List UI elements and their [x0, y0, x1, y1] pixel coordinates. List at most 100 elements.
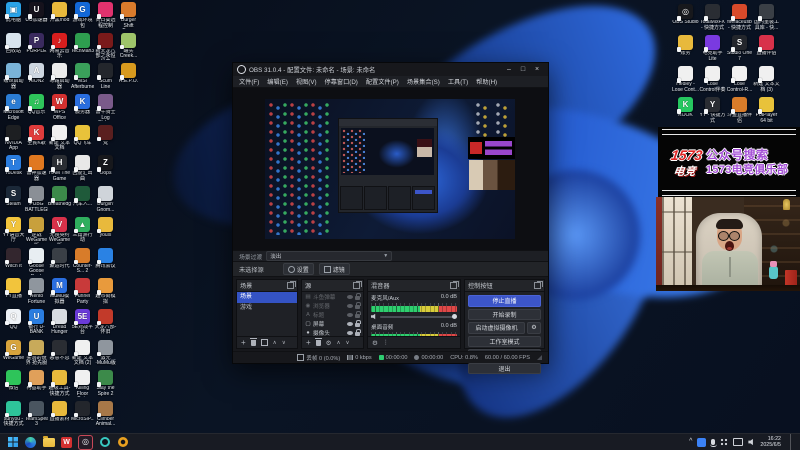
display-icon[interactable]	[733, 438, 744, 446]
obs-titlebar[interactable]: OBS 31.0.4 - 配置文件: 未命名 - 场景: 未命名 – □ ×	[233, 63, 548, 76]
desktop-icon[interactable]: ♫ QQ音乐	[25, 94, 48, 125]
menu-item[interactable]: 文件(F)	[235, 77, 263, 86]
desktop-icon[interactable]: G 游戏环境包	[71, 2, 94, 33]
desktop-icon[interactable]: Hedley - Lose Cont...	[672, 66, 699, 97]
desktop-icon[interactable]: Dread Hunger	[48, 308, 71, 340]
taskbar-screen-recorder[interactable]	[98, 436, 111, 449]
desktop-icon[interactable]: 新建 文本文档 (3)	[753, 66, 780, 97]
desktop-icon[interactable]: Y YY语音大厅	[2, 216, 25, 248]
desktop-icon[interactable]: 逆战 WeGame版	[25, 216, 48, 248]
desktop-icon[interactable]: 绘世启动器	[2, 63, 25, 94]
desktop-icon[interactable]: 激光·MuMu版	[94, 339, 117, 371]
start-virtual-camera-button[interactable]: 启动虚拟摄像机	[468, 322, 525, 334]
speaker-icon[interactable]	[371, 313, 376, 320]
desktop-icon[interactable]: 雷神加速器	[25, 155, 48, 186]
desktop-icon[interactable]: Burglin' Gnom...	[94, 186, 117, 217]
taskbar-file-explorer[interactable]	[42, 435, 55, 449]
tray-app-icon[interactable]	[697, 437, 707, 447]
desktop-icon[interactable]: TotalMixFX - 快捷方式	[699, 4, 726, 35]
start-recording-button[interactable]: 开始录制	[468, 308, 541, 320]
source-properties-button[interactable]: 设置	[282, 263, 314, 275]
desktop-icon[interactable]: Rento Fortune -...	[25, 278, 48, 309]
desktop-icon[interactable]: 回度汇出曲	[71, 155, 94, 186]
desktop-icon[interactable]: 5E 5E对战平台	[71, 308, 94, 340]
desktop-icon[interactable]: 直播素材	[48, 400, 71, 432]
close-button[interactable]: ×	[530, 66, 544, 73]
desktop-icon[interactable]: MSI Afterburner	[71, 63, 94, 94]
volume-slider[interactable]	[380, 314, 457, 319]
desktop-icon[interactable]: 回收站	[2, 32, 25, 64]
desktop-icon[interactable]: QQ飞车	[71, 124, 94, 156]
desktop-icon[interactable]: 汽车人...	[71, 186, 94, 217]
ime-icon[interactable]	[720, 438, 729, 446]
popout-icon[interactable]	[450, 280, 459, 289]
desktop-icon[interactable]: ◎ OBS Studio	[672, 4, 699, 35]
popout-icon[interactable]	[287, 280, 296, 289]
desktop-icon[interactable]: M MuMu模拟器	[48, 278, 71, 309]
taskbar-tool[interactable]	[116, 436, 129, 449]
desktop-icon[interactable]: H HAM The Game	[48, 155, 71, 186]
source-down-button[interactable]: ∨	[346, 340, 350, 346]
popout-icon[interactable]	[534, 280, 543, 289]
lock-icon[interactable]	[355, 310, 361, 318]
desktop-icon[interactable]: 超级工具-快捷方式	[48, 370, 71, 401]
scene-item[interactable]: 场景	[237, 292, 297, 303]
virtual-camera-gear-icon[interactable]: ⚙	[527, 322, 541, 334]
remove-source-button[interactable]	[314, 337, 322, 346]
desktop-icon[interactable]: 梵	[94, 124, 117, 156]
desktop-icon[interactable]: Slay the Spire 2	[94, 370, 117, 401]
maximize-button[interactable]: □	[516, 66, 530, 73]
source-item[interactable]: A 标题	[302, 310, 363, 319]
desktop-icon[interactable]: Scum Line	[94, 63, 117, 94]
source-filters-button[interactable]: 滤镜	[318, 263, 350, 275]
obs-preview-canvas[interactable]	[233, 88, 548, 251]
desktop-icon[interactable]: 账务	[672, 35, 699, 66]
desktop-icon[interactable]: 斗鱼直播伴侣	[726, 97, 753, 128]
desktop-icon[interactable]: 罐头 Creek...	[117, 32, 140, 64]
visibility-eye-icon[interactable]	[347, 312, 353, 317]
resize-grip[interactable]	[537, 355, 542, 360]
lock-icon[interactable]	[355, 329, 361, 336]
add-scene-button[interactable]: +	[241, 338, 246, 347]
source-item[interactable]: ● 摄像头	[302, 329, 363, 336]
desktop-icon[interactable]: e Microsoft Edge	[2, 94, 25, 125]
visibility-eye-icon[interactable]	[347, 303, 353, 308]
desktop-icon[interactable]: 直播伴侣	[753, 35, 780, 66]
desktop-icon[interactable]: 国内重装工具库 - 快...	[753, 4, 780, 35]
desktop-icon[interactable]: K 服务器	[71, 94, 94, 125]
desktop-icon[interactable]: A AION2	[25, 63, 48, 94]
studio-mode-button[interactable]: 工作室模式	[468, 335, 541, 347]
show-desktop-button[interactable]	[790, 434, 794, 450]
microphone-icon[interactable]	[709, 439, 717, 447]
popout-icon[interactable]	[353, 280, 362, 289]
desktop-icon[interactable]: ▲ 三角洲行动	[71, 216, 94, 248]
menu-item[interactable]: 编辑(E)	[263, 77, 292, 86]
desktop-icon[interactable]: PUBG BATTLEGR...	[25, 186, 48, 217]
scene-down-button[interactable]: ∨	[282, 340, 286, 346]
lock-icon[interactable]	[355, 292, 361, 300]
desktop-icon[interactable]: NVIDIA App	[2, 124, 25, 156]
desktop-icon[interactable]: Y YY - 快捷方式	[699, 97, 726, 128]
desktop-icon[interactable]: S Studio One 7	[726, 35, 753, 66]
desktop-icon[interactable]: G WeGame	[2, 339, 25, 371]
desktop-icon[interactable]: K KOOK	[672, 97, 699, 128]
visibility-eye-icon[interactable]	[347, 322, 353, 327]
desktop-icon[interactable]: U 银行 U-BANK	[25, 308, 48, 340]
desktop-icon[interactable]: MicroSIP...	[71, 400, 94, 432]
desktop-icon[interactable]: TechMan3	[71, 32, 94, 64]
desktop-icon[interactable]: ▣ 此电脑	[2, 2, 25, 33]
source-up-button[interactable]: ∧	[337, 340, 341, 346]
menu-item[interactable]: 工具(T)	[444, 77, 472, 86]
desktop-icon[interactable]: 雷牛骑士 Log Riders	[94, 94, 117, 125]
add-source-button[interactable]: +	[306, 338, 311, 347]
source-item[interactable]: ◉ 浏览器	[302, 301, 363, 310]
taskbar-wps[interactable]: W	[60, 436, 73, 449]
desktop-icon[interactable]: Goose Goose Duck	[25, 247, 48, 279]
exit-button[interactable]: 退出	[468, 362, 541, 374]
scene-up-button[interactable]: ∧	[273, 340, 277, 346]
desktop-icon[interactable]: 柯基助手	[25, 370, 48, 401]
desktop-icon[interactable]: Q QQ	[2, 308, 25, 340]
desktop-icon[interactable]: 开黑mod	[48, 2, 71, 33]
source-item[interactable]: ▢ 屏幕	[302, 320, 363, 329]
clock[interactable]: 16:22 2025/6/5	[760, 436, 781, 448]
